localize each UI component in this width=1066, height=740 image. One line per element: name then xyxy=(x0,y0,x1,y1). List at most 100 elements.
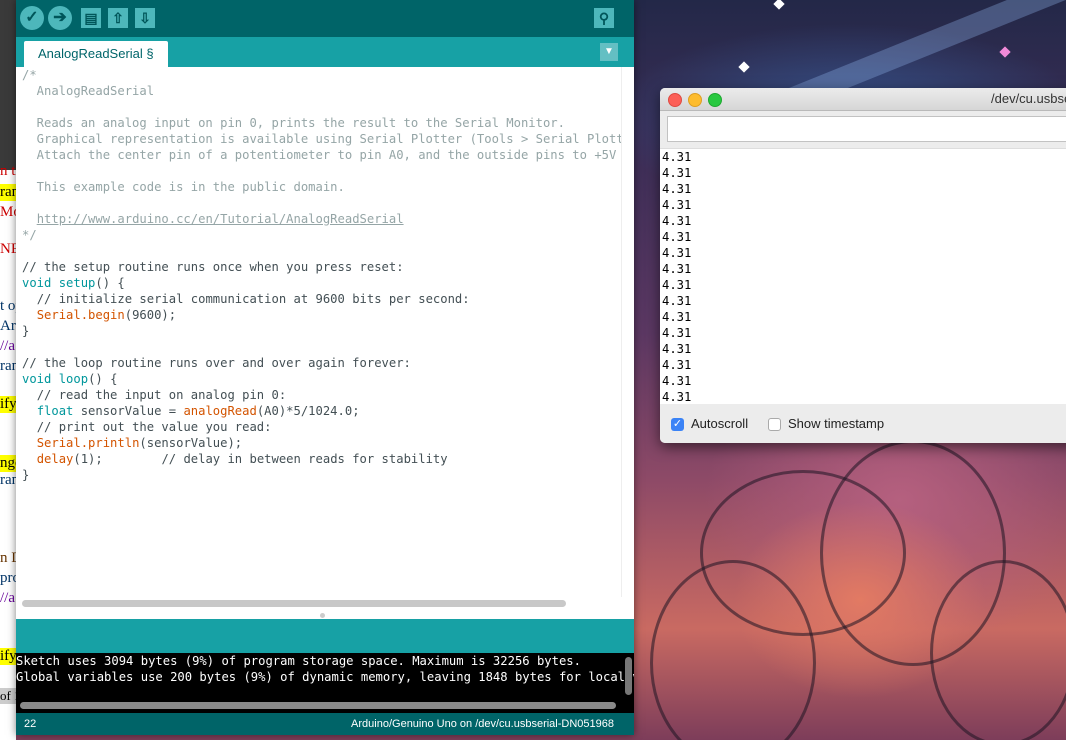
code-line[interactable]: float sensorValue = analogRead(A0)*5/102… xyxy=(22,404,360,418)
serial-output-line: 4.31 xyxy=(662,150,692,164)
editor-horizontal-scrollbar[interactable] xyxy=(16,597,634,611)
arduino-ide-window: ✓ ➔ ▤ ⇧ ⇩ ⚲ AnalogReadSerial § ▼ /* Anal… xyxy=(16,0,634,735)
serial-output-line: 4.31 xyxy=(662,326,692,340)
code-line[interactable]: void setup() { xyxy=(22,276,125,290)
new-sketch-button[interactable]: ▤ xyxy=(81,8,101,28)
background-text-fragment: ran xyxy=(0,472,16,488)
open-sketch-button[interactable]: ⇧ xyxy=(108,8,128,28)
code-line[interactable]: Reads an analog input on pin 0, prints t… xyxy=(22,116,565,130)
arrow-right-icon: ➔ xyxy=(53,9,67,26)
ide-status-bar: 22 Arduino/Genuino Uno on /dev/cu.usbser… xyxy=(16,713,634,735)
wallpaper-star xyxy=(773,0,785,10)
wallpaper-star xyxy=(999,46,1011,58)
code-editor[interactable]: /* AnalogReadSerial Reads an analog inpu… xyxy=(16,67,634,597)
close-window-button[interactable] xyxy=(668,93,682,107)
window-title: /dev/cu.usbserial-DN051968 xyxy=(991,91,1066,106)
code-text[interactable]: /* AnalogReadSerial Reads an analog inpu… xyxy=(22,67,634,483)
message-bar xyxy=(16,619,634,653)
serial-monitor-titlebar: /dev/cu.usbserial-DN051968 xyxy=(660,88,1066,111)
save-sketch-button[interactable]: ⇩ xyxy=(135,8,155,28)
code-line[interactable]: // print out the value you read: xyxy=(22,420,272,434)
serial-monitor-window: /dev/cu.usbserial-DN051968 4.314.314.314… xyxy=(660,88,1066,443)
serial-send-input[interactable] xyxy=(667,116,1066,142)
code-line[interactable]: } xyxy=(22,468,29,482)
code-line[interactable]: // initialize serial communication at 96… xyxy=(22,292,470,306)
background-text-fragment: n th xyxy=(0,163,16,179)
scrollbar-thumb[interactable] xyxy=(20,702,616,709)
autoscroll-checkbox[interactable]: ✓ xyxy=(671,418,684,431)
wallpaper-shape xyxy=(930,560,1066,740)
background-text-fragment: NE xyxy=(0,241,16,257)
arrow-down-icon: ⇩ xyxy=(139,10,151,26)
console-text: Sketch uses 3094 bytes (9%) of program s… xyxy=(16,653,634,685)
serial-output-line: 4.31 xyxy=(662,182,692,196)
code-line[interactable]: Serial.println(sensorValue); xyxy=(22,436,242,450)
arrow-up-icon: ⇧ xyxy=(112,10,124,26)
code-line[interactable]: */ xyxy=(22,228,37,242)
wallpaper-star xyxy=(738,61,750,73)
background-text-fragment: ran xyxy=(0,184,16,201)
serial-monitor-button[interactable]: ⚲ xyxy=(594,8,614,28)
checkmark-icon: ✓ xyxy=(25,9,39,26)
serial-output-line: 4.31 xyxy=(662,278,692,292)
background-text-fragment: nge xyxy=(0,455,16,472)
console-line: Global variables use 200 bytes (9%) of d… xyxy=(16,670,634,684)
code-line[interactable]: void loop() { xyxy=(22,372,117,386)
code-line[interactable]: Serial.begin(9600); xyxy=(22,308,176,322)
code-line[interactable]: // read the input on analog pin 0: xyxy=(22,388,286,402)
chevron-down-icon: ▼ xyxy=(604,46,614,57)
divider-handle[interactable] xyxy=(320,613,325,618)
code-line[interactable]: Attach the center pin of a potentiometer… xyxy=(22,148,634,162)
background-text-fragment: Mo xyxy=(0,204,16,220)
ide-toolbar: ✓ ➔ ▤ ⇧ ⇩ ⚲ xyxy=(16,0,634,37)
code-line[interactable]: AnalogReadSerial xyxy=(22,84,154,98)
autoscroll-label: Autoscroll xyxy=(691,416,749,431)
background-text-fragment: n D xyxy=(0,550,16,566)
background-text-fragment: ify xyxy=(0,648,16,665)
background-text-fragment: of 1 xyxy=(0,688,16,704)
serial-output-line: 4.31 xyxy=(662,230,692,244)
tab-analogreadserial[interactable]: AnalogReadSerial § xyxy=(24,41,168,67)
serial-output-line: 4.31 xyxy=(662,342,692,356)
editor-vertical-scrollbar[interactable] xyxy=(621,67,634,597)
background-text-fragment: ran xyxy=(0,358,16,374)
background-browser-window: n th ran Mo NE t op Arc //a ran ify nge … xyxy=(0,0,16,740)
upload-button[interactable]: ➔ xyxy=(48,6,72,30)
serial-output-line: 4.31 xyxy=(662,390,692,404)
serial-output-line: 4.31 xyxy=(662,358,692,372)
code-line[interactable]: http://www.arduino.cc/en/Tutorial/Analog… xyxy=(22,212,404,226)
code-line[interactable]: /* xyxy=(22,68,37,82)
code-line[interactable]: // the setup routine runs once when you … xyxy=(22,260,404,274)
board-port-label: Arduino/Genuino Uno on /dev/cu.usbserial… xyxy=(351,718,614,730)
minimize-window-button[interactable] xyxy=(688,93,702,107)
show-timestamp-label: Show timestamp xyxy=(788,416,885,431)
output-console: Sketch uses 3094 bytes (9%) of program s… xyxy=(16,653,634,699)
document-icon: ▤ xyxy=(84,10,98,26)
code-line[interactable]: } xyxy=(22,324,29,338)
serial-output-line: 4.31 xyxy=(662,310,692,324)
show-timestamp-checkbox[interactable] xyxy=(768,418,781,431)
console-vertical-scrollbar[interactable] xyxy=(625,657,632,695)
serial-output-line: 4.31 xyxy=(662,198,692,212)
maximize-window-button[interactable] xyxy=(708,93,722,107)
serial-output-line: 4.31 xyxy=(662,166,692,180)
background-browser-toolbar xyxy=(0,0,16,170)
verify-button[interactable]: ✓ xyxy=(20,6,44,30)
tab-menu-button[interactable]: ▼ xyxy=(600,43,618,61)
code-line[interactable]: // the loop routine runs over and over a… xyxy=(22,356,411,370)
serial-output-line: 4.31 xyxy=(662,294,692,308)
console-horizontal-scrollbar[interactable] xyxy=(16,699,634,713)
code-line[interactable]: delay(1); // delay in between reads for … xyxy=(22,452,448,466)
background-text-fragment: //a xyxy=(0,590,15,606)
pane-divider[interactable] xyxy=(16,611,634,619)
scrollbar-thumb[interactable] xyxy=(22,600,566,607)
serial-output-area: 4.31 4.31 4.31 4.31 4.31 4.31 4.31 4.31 4.31 4.31… xyxy=(660,148,1066,404)
code-line[interactable]: Graphical representation is available us… xyxy=(22,132,634,146)
serial-output-line: 4.31 xyxy=(662,374,692,388)
code-line[interactable]: This example code is in the public domai… xyxy=(22,180,345,194)
background-text-fragment: Arc xyxy=(0,318,16,334)
background-text-fragment: ify xyxy=(0,396,16,413)
serial-output-line: 4.31 xyxy=(662,246,692,260)
background-text-fragment: //a xyxy=(0,338,15,354)
background-text-fragment: pro xyxy=(0,570,16,586)
